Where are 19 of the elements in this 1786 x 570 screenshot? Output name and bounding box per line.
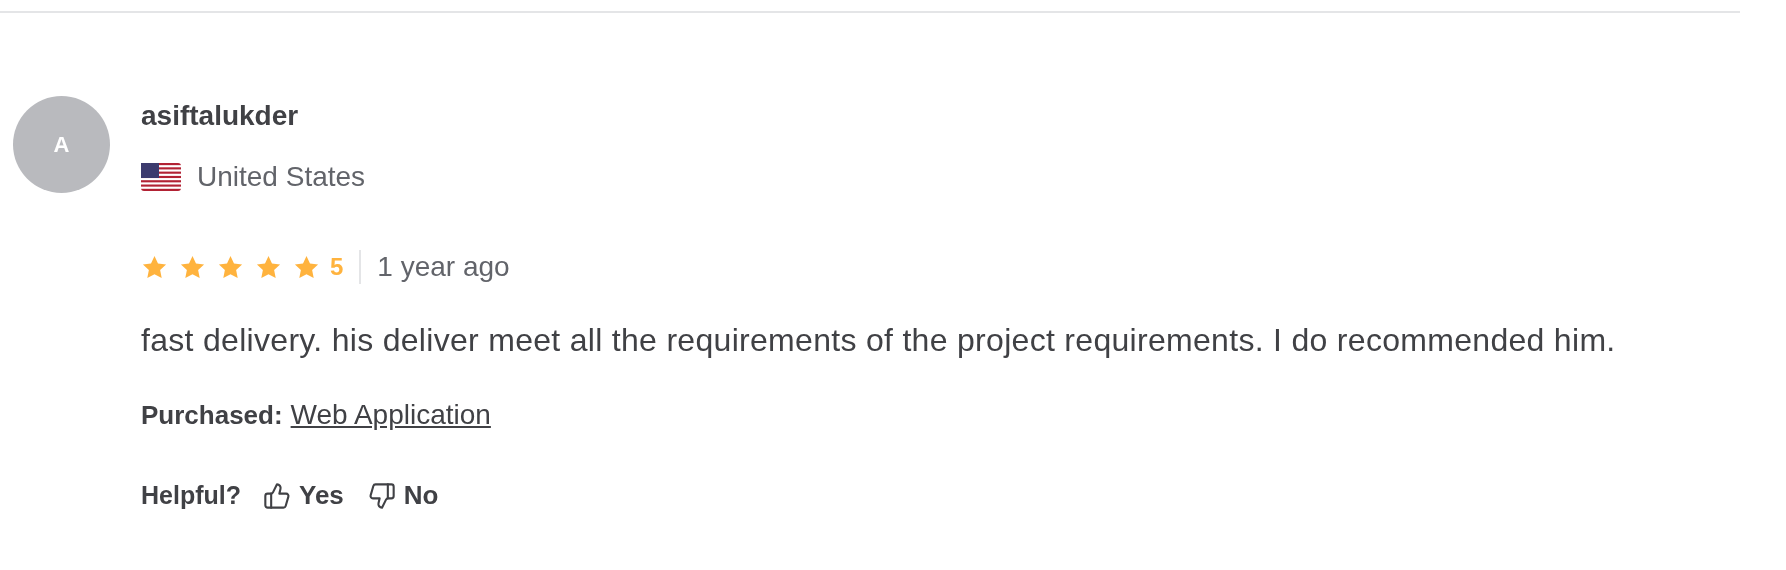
- star-icon: [141, 253, 168, 281]
- star-icon: [217, 253, 244, 281]
- star-icon: [293, 253, 320, 281]
- review-time: 1 year ago: [377, 250, 510, 284]
- rating-score: 5: [330, 252, 344, 282]
- star-icon: [179, 253, 206, 281]
- yes-button[interactable]: Yes: [263, 476, 344, 515]
- review-text: fast delivery. his deliver meet all the requirements of the project requirements. I do recommended him.: [141, 321, 1616, 360]
- star-icon: [255, 253, 282, 281]
- reviewer-name: asiftalukder: [141, 99, 300, 133]
- flag-icon: [141, 163, 181, 191]
- thumbs-down-icon: [367, 481, 396, 510]
- country: United States: [197, 160, 366, 194]
- helpful-label: Helpful?: [141, 479, 241, 511]
- thumbs-up-icon: [263, 481, 291, 510]
- purchased-link[interactable]: Web Application: [290, 394, 491, 436]
- avatar: A: [13, 96, 110, 193]
- purchased-label: Purchased:: [141, 398, 283, 432]
- no-button[interactable]: No: [367, 476, 439, 515]
